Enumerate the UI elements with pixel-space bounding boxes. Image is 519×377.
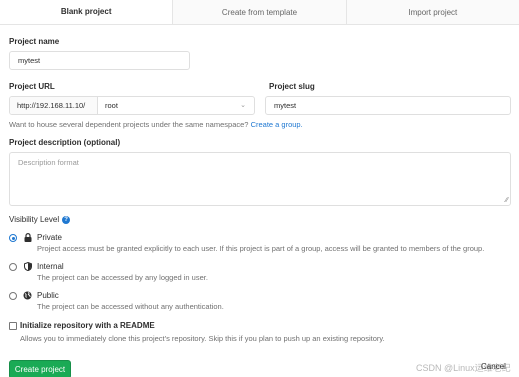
visibility-level-text: Visibility Level [9, 215, 60, 224]
description-textarea[interactable]: Description format ∕∕ [9, 152, 511, 206]
internal-radio[interactable] [9, 263, 17, 271]
create-group-link[interactable]: Create a group. [251, 120, 303, 129]
visibility-option-public[interactable]: Public The project can be accessed witho… [9, 291, 514, 313]
visibility-option-internal[interactable]: Internal The project can be accessed by … [9, 262, 514, 284]
project-slug-label: Project slug [269, 82, 315, 91]
lock-icon [23, 233, 32, 242]
project-name-input[interactable]: mytest [9, 51, 190, 70]
public-description: The project can be accessed without any … [37, 302, 224, 311]
chevron-down-icon: ⌄ [240, 102, 246, 109]
visibility-option-private[interactable]: Private Project access must be granted e… [9, 233, 514, 255]
init-readme-checkbox[interactable] [9, 322, 17, 330]
init-readme-description: Allows you to immediately clone this pro… [20, 334, 385, 343]
internal-description: The project can be accessed by any logge… [37, 273, 208, 282]
namespace-value: root [105, 101, 118, 110]
description-label: Project description (optional) [9, 138, 121, 147]
tab-blank-project[interactable]: Blank project [0, 0, 173, 24]
project-url-group: http://192.168.11.10/ root ⌄ [9, 96, 255, 115]
globe-icon [23, 291, 32, 300]
internal-title: Internal [37, 262, 64, 271]
visibility-level-label: Visibility Level ? [9, 215, 71, 224]
namespace-help-message: Want to house several dependent projects… [9, 120, 249, 129]
create-project-button[interactable]: Create project [9, 360, 71, 377]
project-slug-input[interactable]: mytest [265, 96, 511, 115]
private-title: Private [37, 233, 62, 242]
private-description: Project access must be granted explicitl… [37, 244, 485, 253]
public-radio[interactable] [9, 292, 17, 300]
init-readme-label[interactable]: Initialize repository with a README [20, 321, 155, 330]
project-tabs: Blank project Create from template Impor… [0, 0, 519, 25]
namespace-help-text: Want to house several dependent projects… [9, 120, 303, 129]
private-radio[interactable] [9, 234, 17, 242]
project-url-prefix: http://192.168.11.10/ [10, 97, 98, 114]
project-name-label: Project name [9, 37, 60, 46]
project-url-label: Project URL [9, 82, 55, 91]
cancel-button[interactable]: Cancel [481, 362, 506, 371]
tab-create-from-template[interactable]: Create from template [172, 0, 346, 24]
tab-import-project[interactable]: Import project [345, 0, 519, 24]
shield-icon [23, 262, 32, 271]
resize-handle-icon[interactable]: ∕∕ [506, 197, 508, 204]
description-placeholder: Description format [18, 158, 79, 167]
question-circle-icon[interactable]: ? [62, 215, 71, 224]
public-title: Public [37, 291, 59, 300]
namespace-select[interactable]: root ⌄ [98, 97, 254, 114]
